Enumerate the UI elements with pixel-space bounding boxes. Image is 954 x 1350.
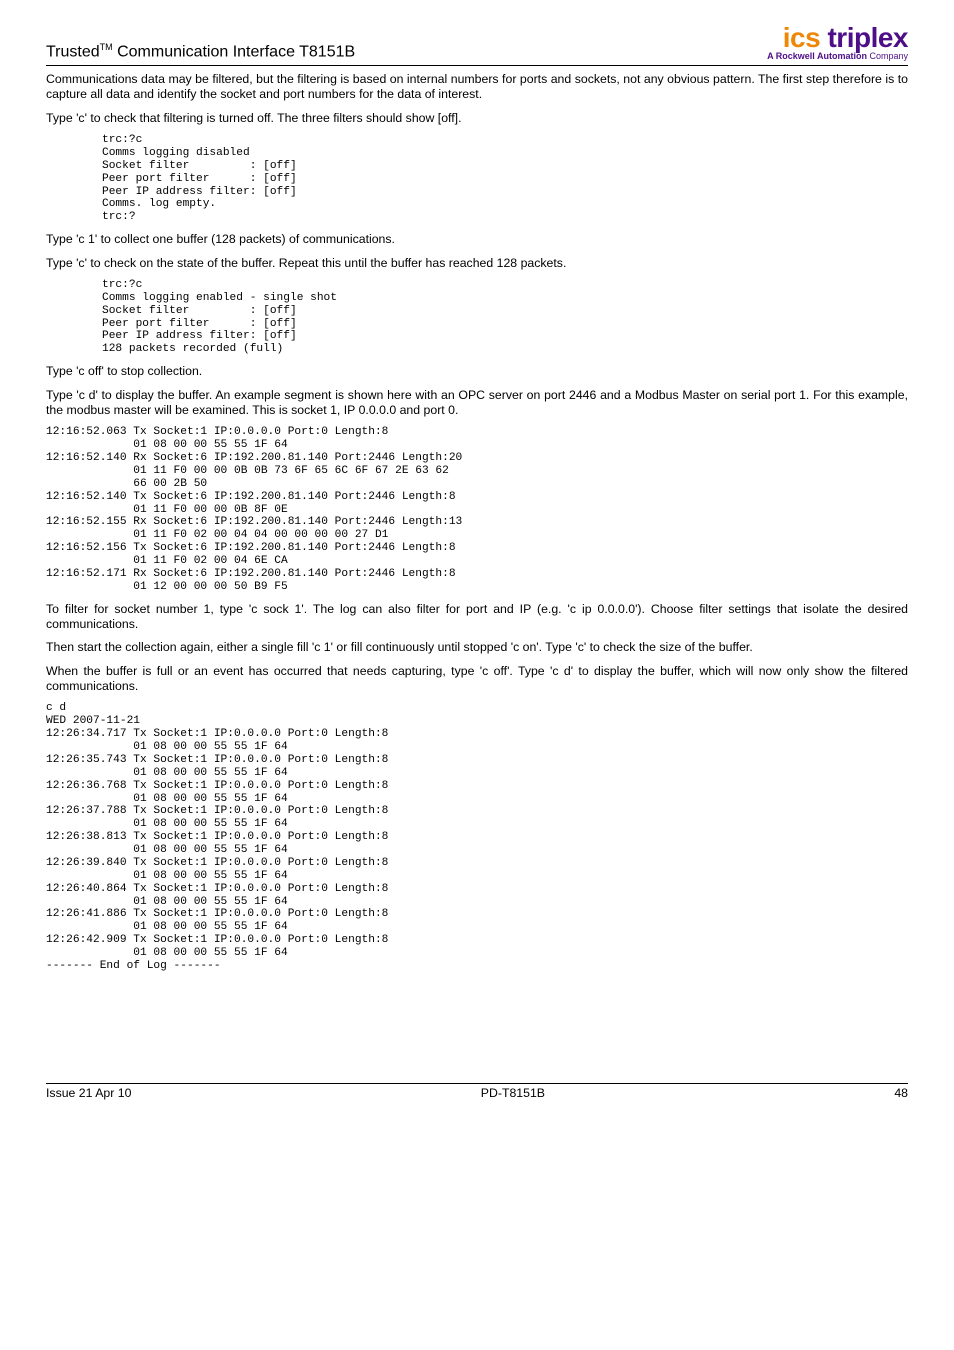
footer-right: 48 [894,1086,908,1100]
paragraph: Type 'c off' to stop collection. [46,364,908,379]
title-prefix: Trusted [46,43,100,60]
page-footer: Issue 21 Apr 10 PD-T8151B 48 [46,1083,908,1100]
doc-title: TrustedTM Communication Interface T8151B [46,42,355,61]
title-tm: TM [100,42,113,52]
title-rest: Communication Interface T8151B [113,43,356,60]
footer-left: Issue 21 Apr 10 [46,1086,131,1100]
header-rule [46,65,908,66]
logo-sub-bold: A Rockwell Automation [767,51,869,61]
paragraph: Type 'c d' to display the buffer. An exa… [46,388,908,419]
logo-subtitle: A Rockwell Automation Company [767,52,908,61]
paragraph: Then start the collection again, either … [46,640,908,655]
code-block: c d WED 2007-11-21 12:26:34.717 Tx Socke… [46,702,908,972]
paragraph: Type 'c' to check on the state of the bu… [46,256,908,271]
paragraph: To filter for socket number 1, type 'c s… [46,602,908,633]
paragraph: Type 'c 1' to collect one buffer (128 pa… [46,232,908,247]
paragraph: Communications data may be filtered, but… [46,72,908,103]
logo-triplex: triplex [820,22,908,53]
code-block: trc:?c Comms logging disabled Socket fil… [102,134,908,224]
logo-ics: ics [783,22,820,53]
page-header: TrustedTM Communication Interface T8151B… [46,24,908,61]
code-block: trc:?c Comms logging enabled - single sh… [102,279,908,356]
paragraph: When the buffer is full or an event has … [46,664,908,695]
logo-wordmark: ics triplex [767,24,908,52]
footer-center: PD-T8151B [481,1086,545,1100]
code-block: 12:16:52.063 Tx Socket:1 IP:0.0.0.0 Port… [46,426,908,593]
brand-logo: ics triplex A Rockwell Automation Compan… [767,24,908,61]
logo-sub-light: Company [869,51,908,61]
paragraph: Type 'c' to check that filtering is turn… [46,111,908,126]
